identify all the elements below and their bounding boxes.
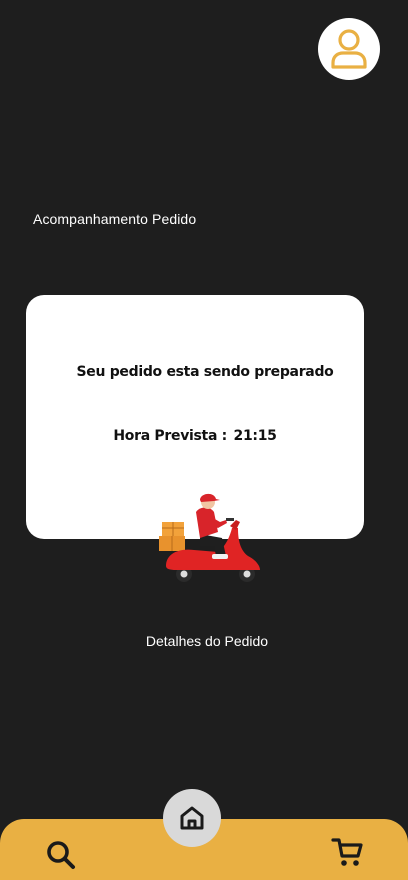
user-icon [331,29,367,69]
delivery-scooter-illustration [159,493,260,582]
home-icon [180,806,204,830]
order-status-message: Seu pedido esta sendo preparado [76,364,334,380]
eta-value: 21:15 [233,428,277,444]
cart-button[interactable] [330,834,366,870]
search-icon [47,841,75,869]
search-button[interactable] [44,838,78,872]
eta-label: Hora Prevista : [113,428,227,444]
order-details-link[interactable]: Detalhes do Pedido [0,633,408,649]
page-title: Acompanhamento Pedido [33,211,197,227]
profile-button[interactable] [318,18,380,80]
cart-icon [331,838,363,866]
estimated-time: Hora Prevista : 21:15 [26,428,364,444]
home-button[interactable] [163,789,221,847]
